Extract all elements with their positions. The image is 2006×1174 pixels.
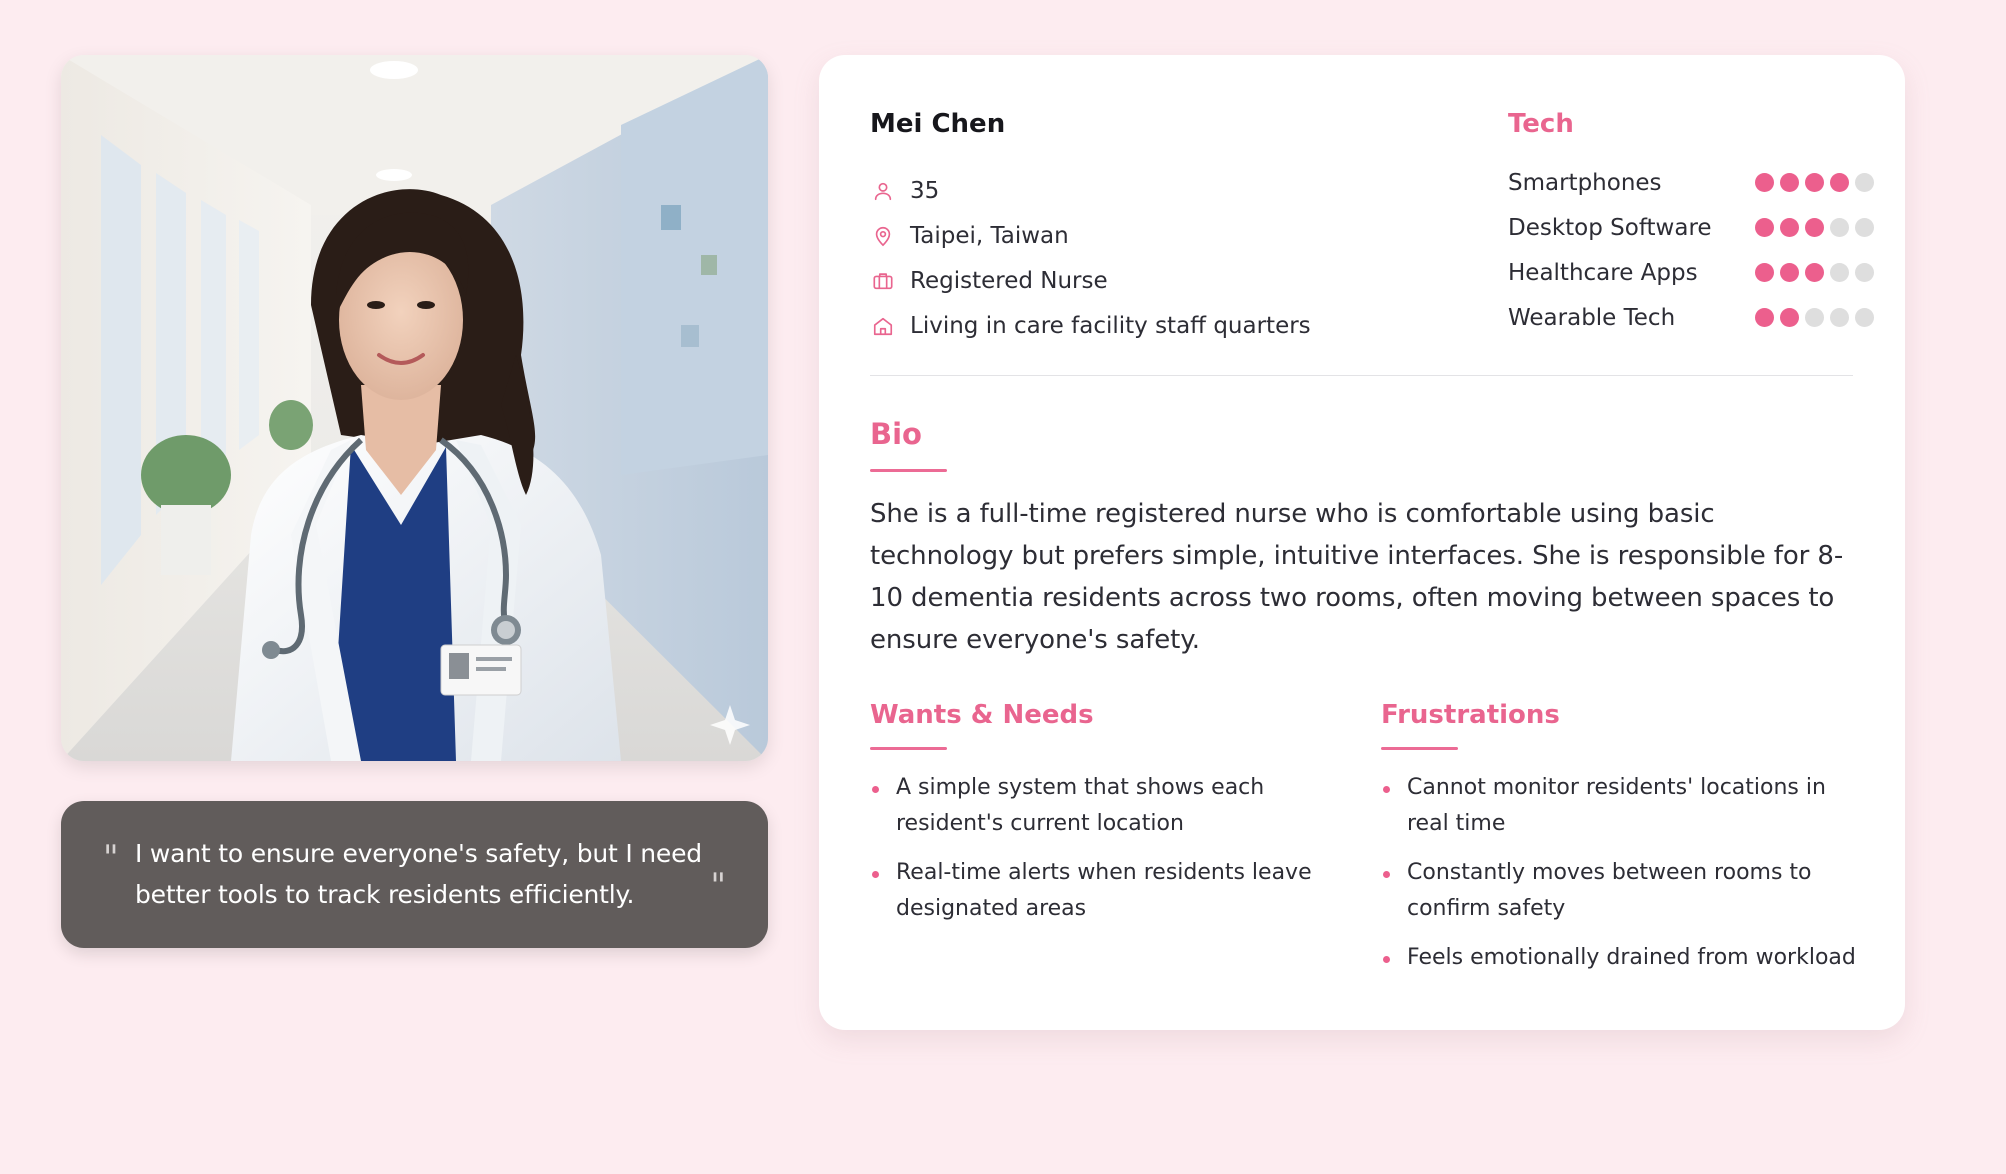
tech-label: Healthcare Apps xyxy=(1508,259,1698,286)
rating-dots xyxy=(1755,173,1874,192)
tech-label: Wearable Tech xyxy=(1508,304,1676,331)
fact-occupation-text: Registered Nurse xyxy=(910,267,1108,294)
rating-dot-filled xyxy=(1780,263,1799,282)
persona-facts: 35 Taipei, Taiwan Registered Nurse Livin… xyxy=(870,168,1311,348)
rating-dot-empty xyxy=(1830,263,1849,282)
persona-name: Mei Chen xyxy=(870,109,1006,139)
persona-details-card: Mei Chen 35 Taipei, Taiwan Registered Nu… xyxy=(819,55,1905,1030)
rating-dot-filled xyxy=(1780,308,1799,327)
wants-title-underline xyxy=(870,747,947,750)
rating-dot-empty xyxy=(1855,263,1874,282)
wants-needs-title: Wants & Needs xyxy=(870,700,1094,730)
nurse-portrait-photo xyxy=(61,55,768,761)
rating-dots xyxy=(1755,218,1874,237)
rating-dot-filled xyxy=(1755,263,1774,282)
rating-dots xyxy=(1755,263,1874,282)
location-pin-icon xyxy=(870,223,896,249)
tech-row-desktop-software: Desktop Software xyxy=(1508,205,1874,250)
fact-living: Living in care facility staff quarters xyxy=(870,303,1311,348)
rating-dot-filled xyxy=(1805,263,1824,282)
fact-location: Taipei, Taiwan xyxy=(870,213,1311,258)
bio-title: Bio xyxy=(870,417,922,451)
fact-location-text: Taipei, Taiwan xyxy=(910,222,1069,249)
rating-dot-empty xyxy=(1855,218,1874,237)
home-icon xyxy=(870,313,896,339)
frustrations-title-underline xyxy=(1381,747,1458,750)
fact-age: 35 xyxy=(870,168,1311,213)
section-divider xyxy=(870,375,1853,376)
rating-dot-filled xyxy=(1780,218,1799,237)
persona-quote: " I want to ensure everyone's safety, bu… xyxy=(61,801,768,948)
list-item: Feels emotionally drained from workload xyxy=(1381,940,1871,976)
bio-text: She is a full-time registered nurse who … xyxy=(870,499,1844,655)
list-item: Real-time alerts when residents leave de… xyxy=(870,855,1340,927)
tech-skills-list: Smartphones Desktop Software Healthcare … xyxy=(1508,160,1874,340)
rating-dot-filled xyxy=(1830,173,1849,192)
tech-row-healthcare-apps: Healthcare Apps xyxy=(1508,250,1874,295)
rating-dot-filled xyxy=(1755,308,1774,327)
list-item: Cannot monitor residents' locations in r… xyxy=(1381,770,1871,842)
quote-text: I want to ensure everyone's safety, but … xyxy=(135,839,702,909)
tech-label: Smartphones xyxy=(1508,169,1662,196)
tech-title: Tech xyxy=(1508,109,1574,139)
list-item: Constantly moves between rooms to confir… xyxy=(1381,855,1871,927)
tech-row-smartphones: Smartphones xyxy=(1508,160,1874,205)
quote-close-mark: " xyxy=(710,866,726,906)
rating-dot-empty xyxy=(1830,308,1849,327)
rating-dot-filled xyxy=(1755,218,1774,237)
bio-title-underline xyxy=(870,469,947,472)
frustrations-list: Cannot monitor residents' locations in r… xyxy=(1381,770,1871,989)
tech-label: Desktop Software xyxy=(1508,214,1712,241)
rating-dot-empty xyxy=(1855,308,1874,327)
wants-needs-list: A simple system that shows each resident… xyxy=(870,770,1340,940)
rating-dot-empty xyxy=(1855,173,1874,192)
person-icon xyxy=(870,178,896,204)
quote-open-mark: " xyxy=(103,838,119,878)
list-item: A simple system that shows each resident… xyxy=(870,770,1340,842)
rating-dot-empty xyxy=(1830,218,1849,237)
fact-age-text: 35 xyxy=(910,177,940,204)
rating-dot-empty xyxy=(1805,308,1824,327)
persona-photo xyxy=(61,55,768,761)
rating-dot-filled xyxy=(1780,173,1799,192)
rating-dot-filled xyxy=(1805,173,1824,192)
rating-dot-filled xyxy=(1755,173,1774,192)
tech-row-wearable-tech: Wearable Tech xyxy=(1508,295,1874,340)
frustrations-title: Frustrations xyxy=(1381,700,1560,730)
briefcase-icon xyxy=(870,268,896,294)
fact-occupation: Registered Nurse xyxy=(870,258,1311,303)
rating-dots xyxy=(1755,308,1874,327)
rating-dot-filled xyxy=(1805,218,1824,237)
fact-living-text: Living in care facility staff quarters xyxy=(910,312,1311,339)
